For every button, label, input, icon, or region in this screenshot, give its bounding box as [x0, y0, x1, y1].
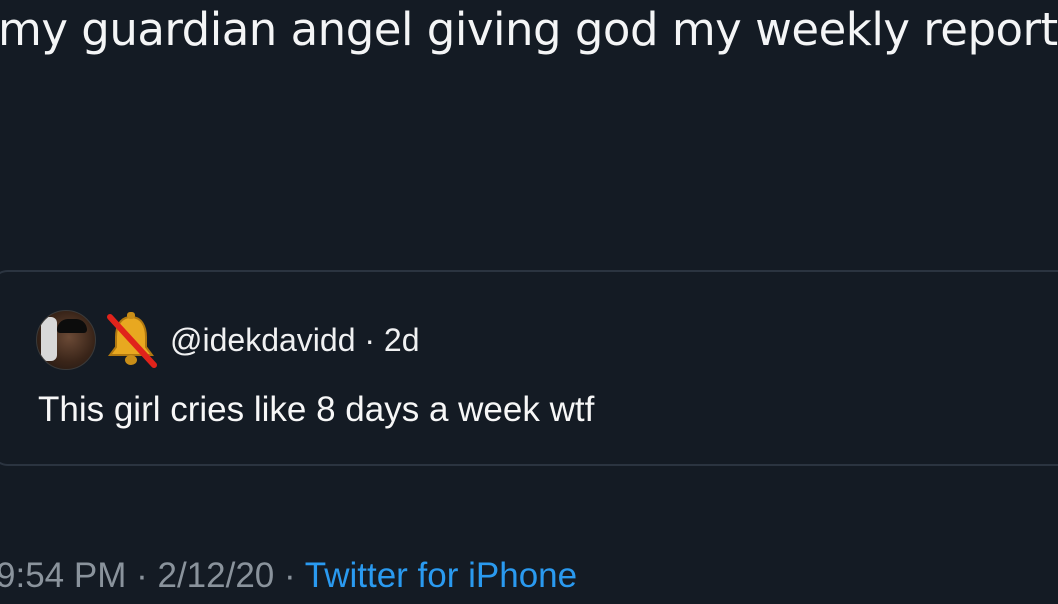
quoted-tweet-handle[interactable]: @idekdavidd [170, 322, 355, 358]
tweet-time: 9:54 PM [0, 556, 127, 595]
tweet-text: my guardian angel giving god my weekly r… [0, 3, 1058, 56]
footer-separator: · [136, 556, 148, 595]
avatar[interactable] [36, 310, 96, 370]
quoted-tweet-meta: @idekdavidd · 2d [170, 322, 420, 359]
tweet-footer: 9:54 PM · 2/12/20 · Twitter for iPhone [0, 548, 577, 604]
tweet-date: 2/12/20 [157, 556, 275, 595]
footer-separator: · [284, 556, 296, 595]
quoted-tweet-card[interactable]: @idekdavidd · 2d This girl cries like 8 … [0, 270, 1058, 466]
quoted-tweet-header: @idekdavidd · 2d [36, 308, 420, 372]
tweet-source-link[interactable]: Twitter for iPhone [305, 556, 577, 595]
meta-separator: · [364, 321, 376, 358]
muted-bell-icon [104, 311, 158, 369]
quoted-tweet-age: 2d [383, 321, 420, 358]
quoted-tweet-text: This girl cries like 8 days a week wtf [38, 390, 595, 429]
